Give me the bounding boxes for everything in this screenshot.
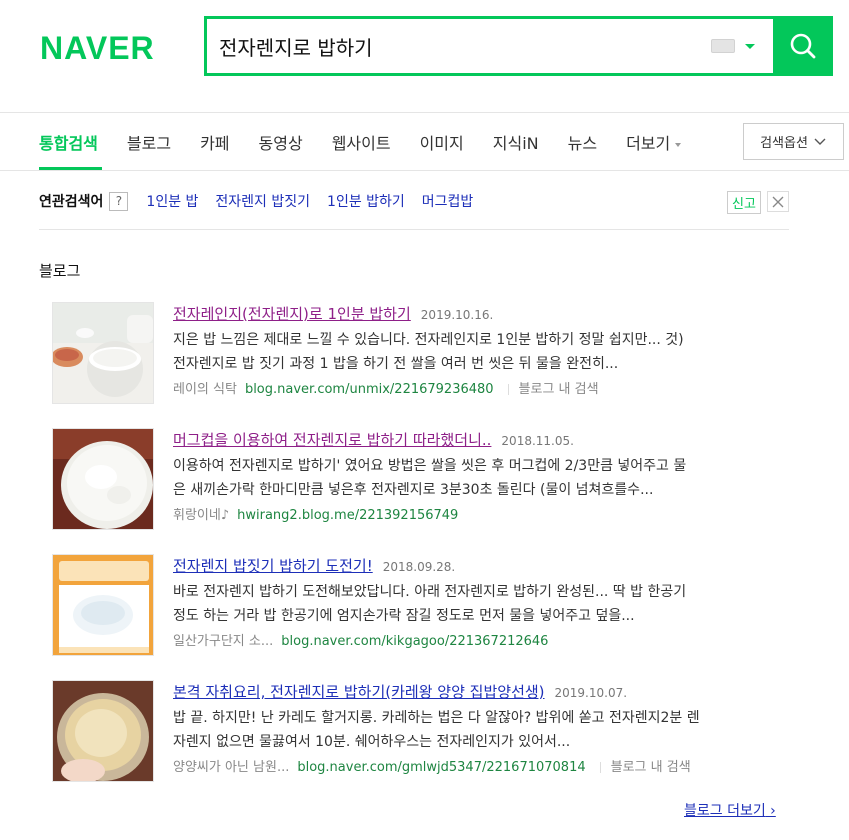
search-options-button[interactable]: 검색옵션: [743, 123, 844, 160]
result-thumbnail[interactable]: [52, 680, 154, 782]
tab-kin[interactable]: 지식iN: [493, 130, 539, 154]
result-date: 2019.10.16.: [420, 308, 494, 322]
rice-pot-photo: [53, 681, 153, 781]
snippet-line: 밥 끝. 하지만! 난 카레도 할거지롱. 카레하는 법은 다 알잖아? 밥위에…: [173, 710, 700, 726]
search-input[interactable]: [207, 19, 711, 73]
tab-video[interactable]: 동영상: [259, 130, 303, 154]
snippet-line: 이용하여 전자렌지로 밥하기' 였어요 방법은 쌀을 씻은 후 머그컵에 2/3…: [173, 458, 687, 474]
search-icon: [790, 33, 816, 59]
help-icon[interactable]: ?: [109, 191, 129, 211]
result-author[interactable]: 휘랑이네♪: [173, 508, 229, 523]
result-source: 레이의 식탁 blog.naver.com/unmix/221679236480 블…: [173, 378, 793, 397]
related-link[interactable]: 1인분 밥: [146, 191, 198, 211]
header-divider: [0, 112, 849, 113]
result-title-link[interactable]: 머그컵을 이용하여 전자렌지로 밥하기 따라했더니..: [173, 431, 491, 449]
section-title: 블로그: [39, 262, 81, 280]
result-date: 2018.11.05.: [501, 434, 574, 448]
result-thumbnail[interactable]: [52, 428, 154, 530]
snippet-line: 은 새끼손가락 한마디만큼 넣은후 전자렌지로 3분30초 돌린다 (물이 넘쳐…: [173, 482, 654, 498]
related-link[interactable]: 머그컵밥: [422, 191, 474, 211]
tab-website[interactable]: 웹사이트: [332, 130, 391, 154]
result-snippet: 바로 전자렌지 밥하기 도전해보았답니다. 아래 전자렌지로 밥하기 완성된..…: [173, 580, 793, 628]
snippet-line: 지은 밥 느낌은 제대로 느낄 수 있습니다. 전자레인지로 1인분 밥하기 정…: [173, 332, 684, 348]
result-thumbnail[interactable]: [52, 554, 154, 656]
result-snippet: 이용하여 전자렌지로 밥하기' 였어요 방법은 쌀을 씻은 후 머그컵에 2/3…: [173, 454, 793, 502]
related-searches: 연관검색어 ? 1인분 밥 전자렌지 밥짓기 1인분 밥하기 머그컵밥: [39, 191, 490, 211]
result-source: 일산가구단지 소... blog.naver.com/kikgagoo/22136…: [173, 630, 793, 649]
tab-cafe[interactable]: 카페: [200, 130, 229, 154]
dropdown-arrow-icon[interactable]: [745, 44, 755, 49]
search-box: [204, 16, 833, 76]
source-separator: [599, 762, 601, 773]
search-tabs: 통합검색 블로그 카페 동영상 웹사이트 이미지 지식iN 뉴스 더보기: [39, 130, 710, 154]
search-button[interactable]: [773, 16, 833, 76]
blog-more-link[interactable]: 블로그 더보기 ›: [684, 800, 776, 820]
snippet-line: 자렌지 없으면 물끓여서 10분. 쉐어하우스는 전자레인지가 있어서...: [173, 734, 571, 750]
keyboard-icon[interactable]: [711, 39, 735, 53]
snippet-line: 정도 하는 거라 밥 한공기에 엄지손가락 잠길 정도로 먼저 물을 넣어주고 …: [173, 608, 635, 624]
result-url[interactable]: blog.naver.com/kikgagoo/221367212646: [281, 634, 548, 649]
result-title-link[interactable]: 본격 자취요리, 전자렌지로 밥하기(카레왕 양양 집밥양선생): [173, 683, 545, 701]
related-link[interactable]: 전자렌지 밥짓기: [215, 191, 310, 211]
report-button[interactable]: 신고: [727, 191, 761, 214]
result-source: 휘랑이네♪ hwirang2.blog.me/221392156749: [173, 504, 793, 523]
result-title-link[interactable]: 전자렌지 밥짓기 밥하기 도전기!: [173, 557, 373, 575]
search-options-label: 검색옵션: [760, 136, 808, 151]
result-author[interactable]: 양양씨가 아닌 남원...: [173, 760, 289, 775]
result-author[interactable]: 일산가구단지 소...: [173, 634, 273, 649]
result-thumbnail[interactable]: [52, 302, 154, 404]
tab-blog[interactable]: 블로그: [127, 130, 171, 154]
chevron-right-icon: ›: [765, 803, 776, 819]
tab-more-label: 더보기: [626, 134, 671, 153]
tabs-divider: [0, 170, 849, 171]
source-separator: [507, 384, 509, 395]
result-url[interactable]: blog.naver.com/unmix/221679236480: [245, 382, 494, 397]
related-title: 연관검색어: [39, 194, 104, 210]
caret-down-icon: [675, 142, 682, 147]
mug-rice-photo: [53, 429, 153, 529]
result-source: 양양씨가 아닌 남원... blog.naver.com/gmlwjd5347/2…: [173, 756, 793, 775]
tab-image[interactable]: 이미지: [420, 130, 464, 154]
result-date: 2019.10.07.: [554, 686, 628, 700]
blog-more-label: 블로그 더보기: [684, 803, 766, 819]
tab-integrated[interactable]: 통합검색: [39, 130, 98, 154]
close-icon: [772, 196, 784, 207]
result-snippet: 지은 밥 느낌은 제대로 느낄 수 있습니다. 전자레인지로 1인분 밥하기 정…: [173, 328, 793, 376]
tab-more[interactable]: 더보기: [626, 130, 682, 154]
result-date: 2018.09.28.: [382, 560, 456, 574]
in-blog-search-link[interactable]: 블로그 내 검색: [519, 382, 599, 397]
naver-logo[interactable]: NAVER: [40, 30, 155, 67]
result-url[interactable]: blog.naver.com/gmlwjd5347/221671070814: [297, 760, 585, 775]
related-link[interactable]: 1인분 밥하기: [327, 191, 405, 211]
tab-news[interactable]: 뉴스: [568, 130, 597, 154]
rice-bowl-photo: [53, 303, 153, 403]
related-divider: [39, 229, 789, 230]
microwave-rice-photo: [53, 555, 153, 655]
result-title-link[interactable]: 전자레인지(전자렌지)로 1인분 밥하기: [173, 305, 411, 323]
result-url[interactable]: hwirang2.blog.me/221392156749: [237, 508, 458, 523]
in-blog-search-link[interactable]: 블로그 내 검색: [611, 760, 691, 775]
snippet-line: 전자렌지로 밥 짓기 과정 1 밥을 하기 전 쌀을 여러 번 씻은 뒤 물을 …: [173, 356, 619, 372]
result-snippet: 밥 끝. 하지만! 난 카레도 할거지롱. 카레하는 법은 다 알잖아? 밥위에…: [173, 706, 793, 754]
result-author[interactable]: 레이의 식탁: [173, 382, 237, 397]
close-button[interactable]: [767, 191, 789, 212]
chevron-down-icon: [814, 138, 826, 145]
snippet-line: 바로 전자렌지 밥하기 도전해보았답니다. 아래 전자렌지로 밥하기 완성된..…: [173, 584, 687, 600]
